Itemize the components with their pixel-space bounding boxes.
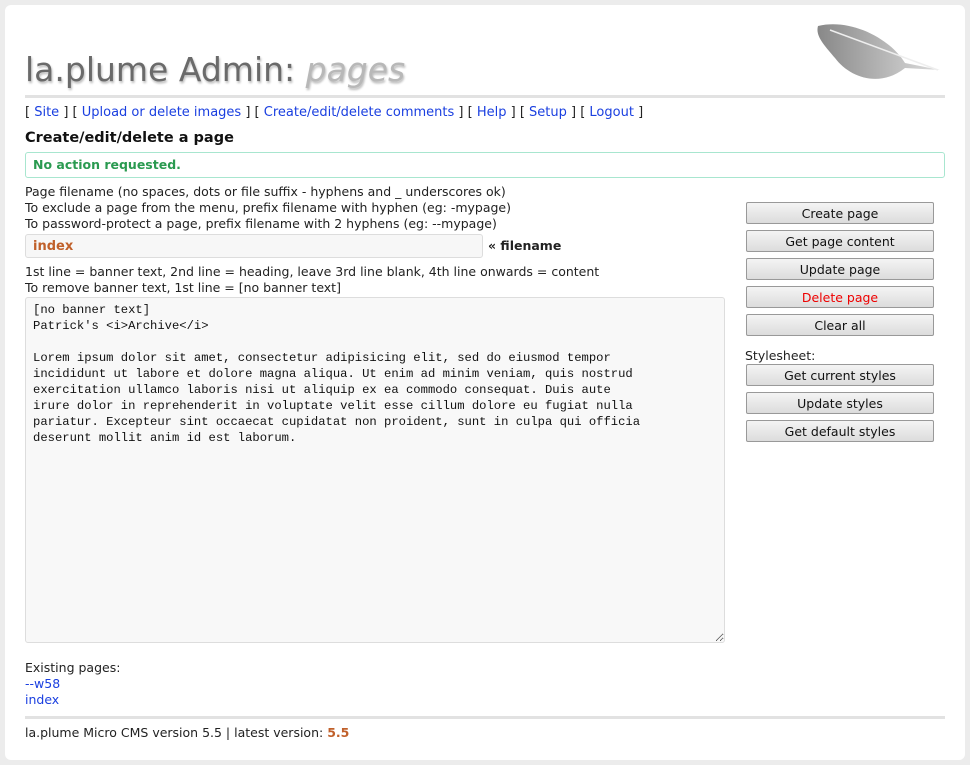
nav-help[interactable]: Help bbox=[477, 105, 507, 120]
feather-logo-icon bbox=[817, 24, 940, 79]
nav-site[interactable]: Site bbox=[34, 105, 59, 120]
delete-page-button[interactable]: Delete page bbox=[746, 286, 934, 308]
get-page-content-button[interactable]: Get page content bbox=[746, 230, 934, 252]
nav-setup[interactable]: Setup bbox=[529, 105, 567, 120]
update-page-button[interactable]: Update page bbox=[746, 258, 934, 280]
help-exclude: To exclude a page from the menu, prefix … bbox=[25, 200, 511, 215]
filename-label: « filename bbox=[488, 238, 562, 253]
section-heading: Create/edit/delete a page bbox=[25, 130, 234, 146]
nav-images[interactable]: Upload or delete images bbox=[82, 105, 241, 120]
existing-pages-label: Existing pages: bbox=[25, 660, 121, 675]
footer-text: la.plume Micro CMS version 5.5 | latest … bbox=[25, 725, 324, 740]
nav-bar: [ Site ] [ Upload or delete images ] [ C… bbox=[25, 105, 644, 120]
title-section: pages bbox=[305, 50, 406, 89]
existing-page-link[interactable]: --w58 bbox=[25, 676, 60, 692]
divider bbox=[25, 95, 945, 98]
footer: la.plume Micro CMS version 5.5 | latest … bbox=[25, 725, 349, 740]
page-title: la.plume Admin: pages bbox=[25, 50, 405, 89]
help-lines: 1st line = banner text, 2nd line = headi… bbox=[25, 264, 600, 279]
status-message: No action requested. bbox=[25, 152, 945, 178]
nav-comments[interactable]: Create/edit/delete comments bbox=[264, 105, 455, 120]
help-banner: To remove banner text, 1st line = [no ba… bbox=[25, 280, 341, 295]
get-current-styles-button[interactable]: Get current styles bbox=[746, 364, 934, 386]
help-password: To password-protect a page, prefix filen… bbox=[25, 216, 497, 231]
help-filename: Page filename (no spaces, dots or file s… bbox=[25, 184, 506, 199]
update-styles-button[interactable]: Update styles bbox=[746, 392, 934, 414]
existing-page-link[interactable]: index bbox=[25, 692, 59, 708]
stylesheet-label: Stylesheet: bbox=[745, 348, 816, 363]
title-text: la.plume Admin: bbox=[25, 50, 296, 89]
footer-divider bbox=[25, 716, 945, 719]
latest-version: 5.5 bbox=[327, 725, 350, 740]
get-default-styles-button[interactable]: Get default styles bbox=[746, 420, 934, 442]
content-textarea[interactable]: [no banner text] Patrick's <i>Archive</i… bbox=[25, 297, 725, 643]
clear-all-button[interactable]: Clear all bbox=[746, 314, 934, 336]
nav-logout[interactable]: Logout bbox=[589, 105, 634, 120]
filename-input[interactable] bbox=[25, 234, 483, 258]
create-page-button[interactable]: Create page bbox=[746, 202, 934, 224]
